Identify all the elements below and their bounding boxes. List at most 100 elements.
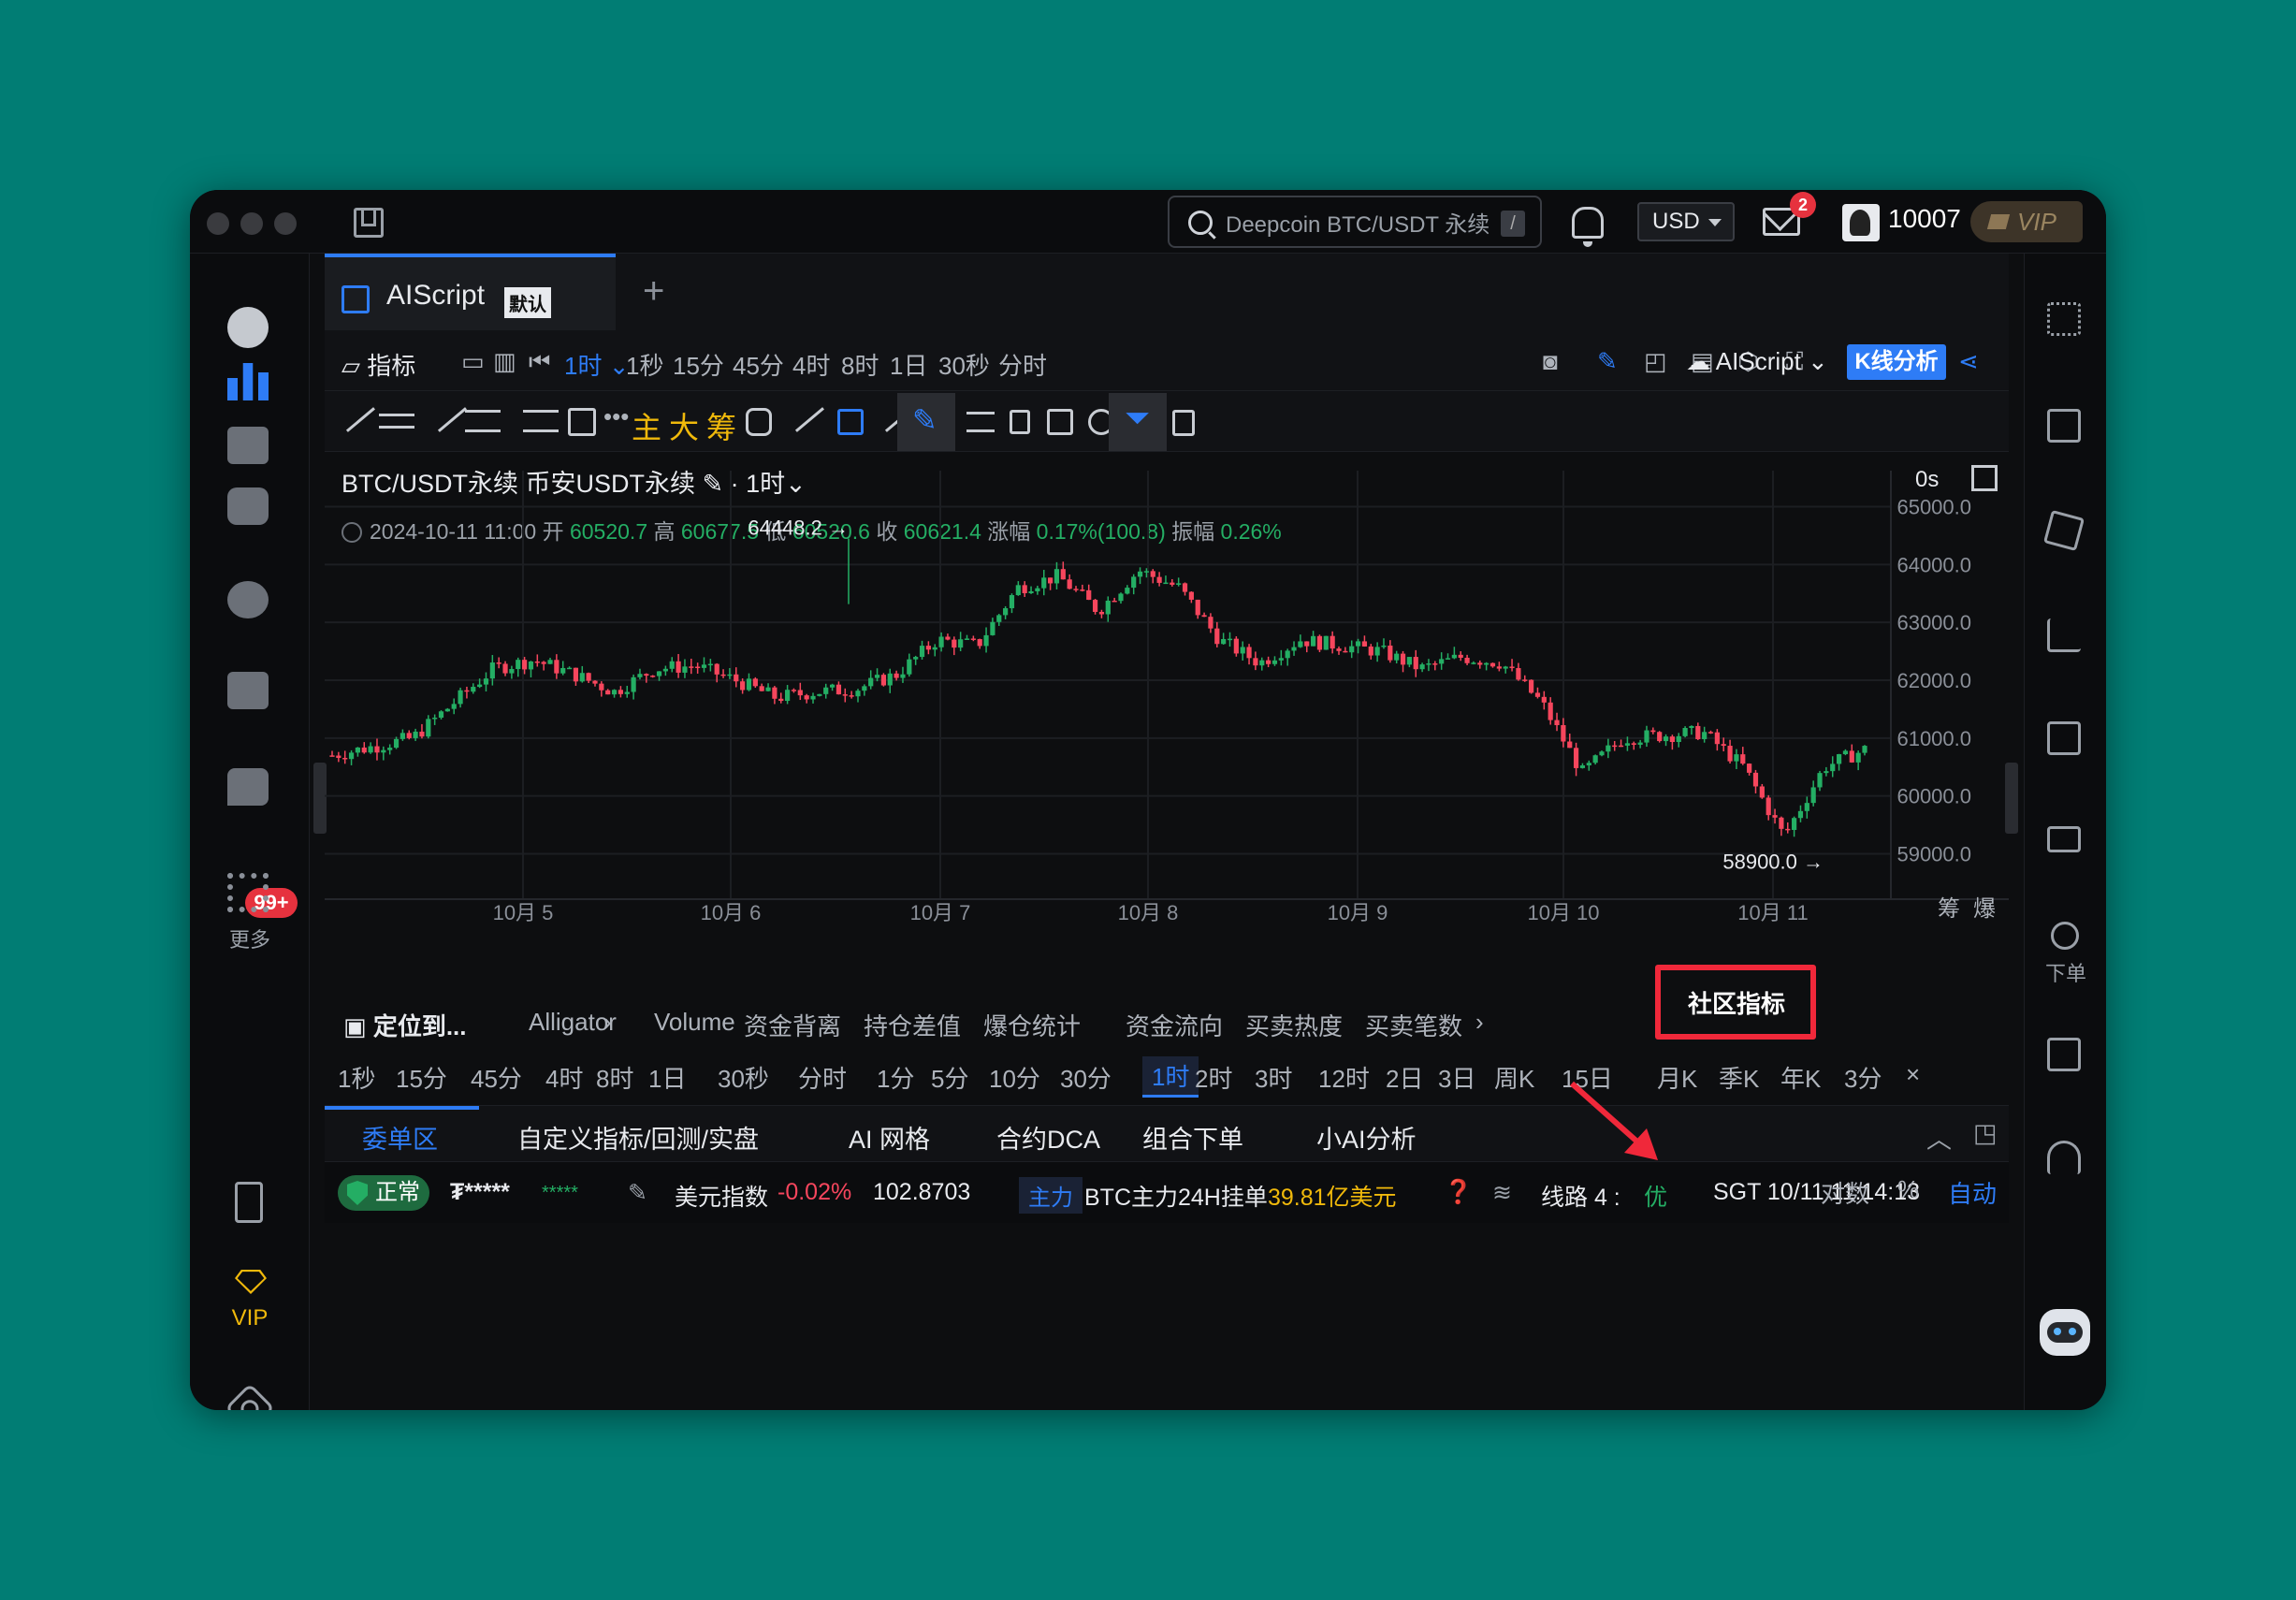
vip-label[interactable]: VIP [190, 1305, 310, 1331]
headset-icon[interactable] [2047, 1141, 2081, 1174]
draw-mode-icon[interactable]: ✎ [897, 393, 955, 451]
auto-scale-toggle[interactable]: 自动 [1948, 1175, 1997, 1210]
close-timeframes-icon[interactable]: × [1906, 1060, 1920, 1089]
user-id[interactable]: 10007 [1888, 204, 1961, 234]
timeframe-18[interactable]: 周K [1494, 1060, 1534, 1095]
news-icon[interactable] [227, 427, 269, 464]
indicator-heat[interactable]: 买卖热度 [1245, 1008, 1343, 1042]
order-label[interactable]: 下单 [2025, 957, 2106, 987]
ai-assistant-icon[interactable] [2040, 1309, 2090, 1356]
layout-icon[interactable] [354, 208, 384, 238]
timeframe-9[interactable]: 5分 [931, 1060, 968, 1095]
interval-dropdown[interactable]: 1时 ⌄ [564, 347, 629, 382]
timeframe-14[interactable]: 3时 [1255, 1060, 1292, 1095]
analytics-icon[interactable] [227, 581, 269, 618]
close-window-button[interactable] [207, 212, 229, 235]
timeframe-2[interactable]: 45分 [471, 1060, 522, 1095]
timeframe-15[interactable]: 12时 [1318, 1060, 1370, 1095]
lock-icon[interactable] [1010, 410, 1030, 434]
big-order-tool[interactable]: 大 [669, 404, 699, 447]
edit-note-icon[interactable] [1047, 409, 1073, 435]
timeframe-22[interactable]: 年K [1780, 1060, 1821, 1095]
main-force-tool[interactable]: 主 [632, 404, 661, 447]
timeframe-3[interactable]: 4时 [545, 1060, 583, 1095]
interval-4h[interactable]: 4时 [792, 347, 830, 382]
panel-layout-icon[interactable] [2047, 1038, 2081, 1071]
chevron-right-icon[interactable]: › [1475, 1008, 1484, 1037]
edit-icon[interactable]: ✎ [628, 1179, 647, 1207]
chevron-right-icon[interactable]: › [603, 1008, 612, 1037]
split-layout-icon[interactable]: ▥ [493, 347, 516, 376]
interval-1d[interactable]: 1日 [890, 347, 927, 382]
collapse-right-handle[interactable] [2005, 763, 2018, 834]
timeframe-0[interactable]: 1秒 [338, 1060, 375, 1095]
expand-panel-icon[interactable]: ◳ [1973, 1119, 1998, 1148]
indicator-oi-diff[interactable]: 持仓差值 [864, 1008, 961, 1042]
script-selector[interactable]: ☁ AIScript ⌄ [1686, 347, 1828, 376]
vip-badge[interactable]: VIP [1970, 201, 2083, 242]
bookmark-icon[interactable] [837, 409, 864, 435]
percent-toggle[interactable]: % [1897, 1175, 1919, 1204]
calendar-icon[interactable]: ▭ [461, 347, 485, 376]
timeframe-12[interactable]: 1时 [1142, 1056, 1199, 1098]
kline-analysis-button[interactable]: K线分析 [1847, 344, 1946, 380]
tab-contract-dca[interactable]: 合约DCA [996, 1119, 1100, 1156]
tab-combo-order[interactable]: 组合下单 [1142, 1119, 1243, 1156]
sync-icon[interactable] [746, 408, 772, 436]
timeframe-10[interactable]: 10分 [989, 1060, 1040, 1095]
timeframe-16[interactable]: 2日 [1386, 1060, 1423, 1095]
indicator-trade-count[interactable]: 买卖笔数 [1365, 1008, 1462, 1042]
parallel-channel-icon[interactable] [465, 410, 501, 432]
filter-icon[interactable]: ⏷ [1109, 393, 1167, 451]
share-icon[interactable]: ⋖ [1958, 347, 1979, 376]
chevron-up-icon[interactable]: ︿ [1926, 1119, 1952, 1156]
interval-8h[interactable]: 8时 [841, 347, 879, 382]
etf-icon[interactable] [2047, 826, 2081, 852]
indicator-volume[interactable]: Volume [654, 1008, 735, 1037]
ruler-icon[interactable] [379, 414, 414, 429]
tab-checkbox[interactable] [341, 285, 370, 313]
interval-15m[interactable]: 15分 [673, 347, 724, 382]
line-label[interactable]: 线路 4 : [1541, 1179, 1620, 1213]
camera-icon[interactable]: ◙ [1543, 347, 1558, 376]
timeframe-7[interactable]: 分时 [798, 1060, 847, 1095]
bot-icon[interactable] [227, 487, 269, 525]
trend-line-icon[interactable] [336, 395, 375, 432]
indicators-button[interactable]: ▱ 指标 [341, 347, 415, 382]
log-scale-toggle[interactable]: 对数 [1821, 1175, 1869, 1210]
indicator-fund-flow[interactable]: 资金流向 [1126, 1008, 1223, 1042]
trash-icon[interactable] [1172, 410, 1195, 436]
ray-line-icon[interactable] [428, 395, 467, 432]
interval-45m[interactable]: 45分 [733, 347, 784, 382]
measure-icon[interactable] [568, 408, 596, 436]
timeframe-17[interactable]: 3日 [1438, 1060, 1475, 1095]
more-apps-icon[interactable] [227, 873, 269, 912]
indicator-fund-divergence[interactable]: 资金背离 [744, 1008, 841, 1042]
timeframe-13[interactable]: 2时 [1195, 1060, 1232, 1095]
market-chart-icon[interactable] [227, 363, 269, 400]
more-label[interactable]: 更多 [190, 924, 310, 953]
search-input[interactable]: Deepcoin BTC/USDT 永续 / [1168, 196, 1542, 248]
timeframe-19[interactable]: 15日 [1562, 1060, 1613, 1095]
candles-icon[interactable] [966, 412, 995, 432]
interval-30s[interactable]: 30秒 [938, 347, 990, 382]
cross-tool-icon[interactable] [785, 395, 824, 432]
candlestick-svg[interactable]: 65000.0 64000.0 63000.0 62000.0 61000.0 60000… [325, 452, 2009, 995]
indicator-liquidation[interactable]: 爆仓统计 [983, 1008, 1081, 1042]
price-chart[interactable]: BTC/USDT永续 币安USDT永续 ✎ · 1时⌄ 2024-10-11 1… [325, 452, 2009, 995]
timeframe-1[interactable]: 15分 [396, 1060, 447, 1095]
replay-icon[interactable]: ⏮ [529, 347, 550, 377]
locate-button[interactable]: ▣ 定位到... [343, 1008, 466, 1042]
timeframe-11[interactable]: 30分 [1060, 1060, 1112, 1095]
timeframe-21[interactable]: 季K [1719, 1060, 1759, 1095]
timeframe-6[interactable]: 30秒 [718, 1060, 769, 1095]
currency-select[interactable]: USD [1637, 202, 1735, 241]
timeframe-20[interactable]: 月K [1657, 1060, 1697, 1095]
mobile-icon[interactable] [235, 1182, 263, 1223]
maximize-window-button[interactable] [274, 212, 297, 235]
notification-bell-icon[interactable] [1572, 207, 1604, 247]
order-icon[interactable] [2051, 922, 2079, 950]
community-indicators-label[interactable]: 社区指标 [1658, 964, 1815, 1040]
signal-bars-icon[interactable] [2047, 618, 2081, 652]
list-icon[interactable] [2047, 302, 2081, 336]
